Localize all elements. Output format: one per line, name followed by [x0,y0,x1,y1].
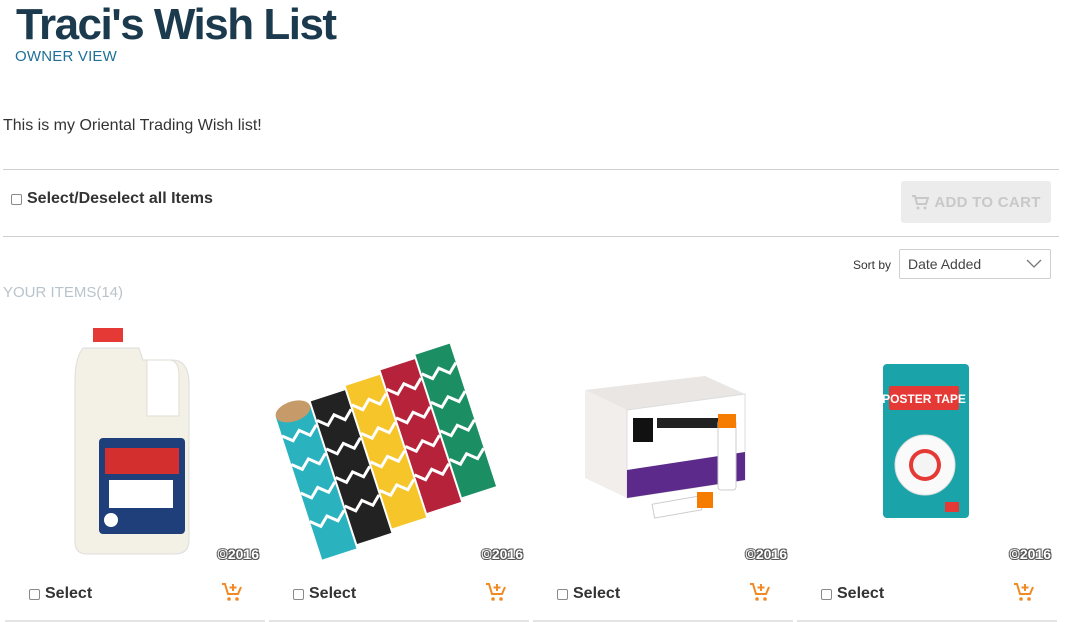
product-card: POSTER TAPE ©2016 Select [797,320,1057,622]
page-title: Traci's Wish List [16,0,337,49]
product-card: ©2016 Select [5,320,265,622]
divider [3,236,1059,237]
select-all-checkbox[interactable]: Select/Deselect all Items [11,190,213,208]
chevron-down-icon [1026,259,1042,268]
add-to-cart-label: ADD TO CART [934,193,1041,211]
cart-icon [912,194,930,209]
checkbox-icon[interactable] [11,193,22,205]
copyright-text: ©2016 [217,546,259,562]
divider [3,169,1059,170]
checkbox-icon[interactable] [29,588,40,600]
product-image-poster-tape[interactable]: POSTER TAPE [797,320,1057,565]
product-image-glue-sticks[interactable] [533,320,793,565]
item-select-checkbox[interactable]: Select [293,585,356,603]
copyright-text: ©2016 [745,546,787,562]
product-image-school-glue[interactable] [5,320,265,565]
checkbox-icon[interactable] [821,588,832,600]
item-select-checkbox[interactable]: Select [821,585,884,603]
poster-tape-logo-text: POSTER TAPE [882,392,966,406]
add-to-cart-icon[interactable] [485,582,507,602]
owner-view-label: OWNER VIEW [15,48,117,65]
add-to-cart-icon[interactable] [221,582,243,602]
product-card: ©2016 Select [269,320,529,622]
select-label: Select [309,585,357,602]
copyright-text: ©2016 [481,546,523,562]
select-label: Select [573,585,621,602]
items-heading: YOUR ITEMS(14) [3,284,124,301]
item-select-checkbox[interactable]: Select [29,585,92,603]
select-label: Select [837,585,885,602]
wishlist-description: This is my Oriental Trading Wish list! [3,117,262,134]
select-label: Select [45,585,93,602]
item-select-checkbox[interactable]: Select [557,585,620,603]
product-image-chevron-tape[interactable] [269,320,529,565]
sort-selected-value: Date Added [908,256,982,272]
product-card: ©2016 Select [533,320,793,622]
add-to-cart-icon[interactable] [749,582,771,602]
sort-dropdown[interactable]: Date Added [899,249,1051,279]
checkbox-icon[interactable] [293,588,304,600]
sort-label: Sort by [853,258,892,272]
add-to-cart-button[interactable]: ADD TO CART [901,181,1051,223]
copyright-text: ©2016 [1009,546,1051,562]
checkbox-icon[interactable] [557,588,568,600]
add-to-cart-icon[interactable] [1013,582,1035,602]
select-all-label: Select/Deselect all Items [27,190,213,207]
